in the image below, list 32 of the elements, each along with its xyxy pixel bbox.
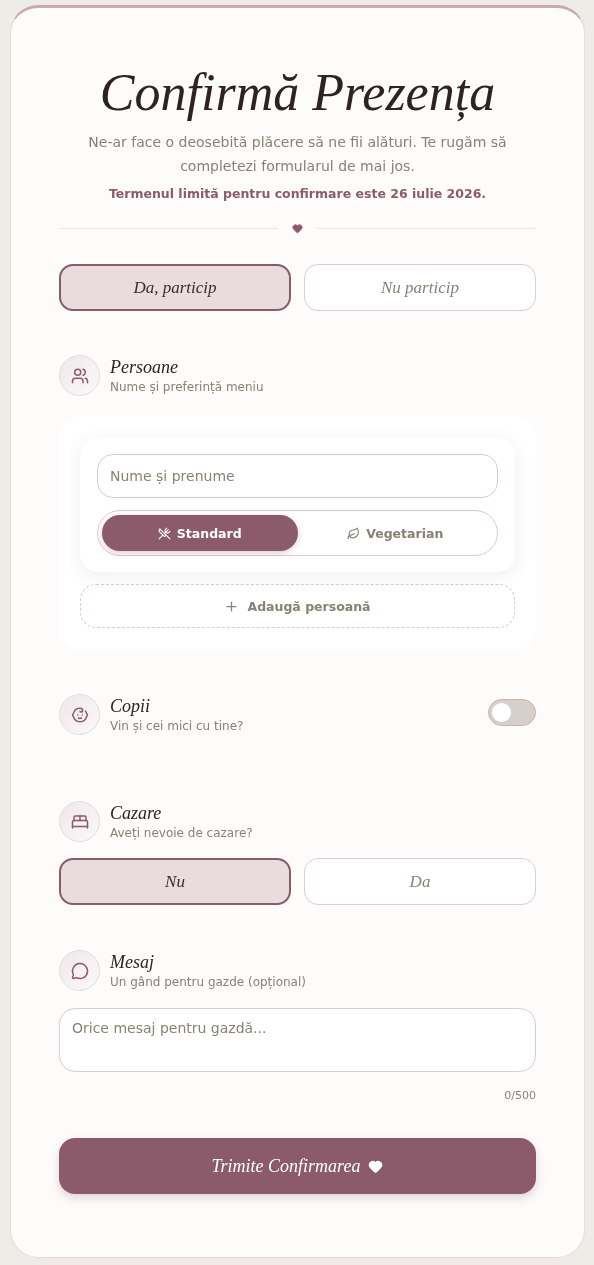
section-subtitle: Nume și preferință meniu	[110, 378, 265, 396]
section-subtitle: Vin și cei mici cu tine?	[110, 717, 245, 735]
meal-option[interactable]: Standard	[102, 515, 298, 551]
section-subtitle: Un gând pentru gazde (opțional)	[110, 973, 307, 991]
utensils-icon	[157, 526, 171, 540]
section-title: Mesaj	[110, 950, 155, 973]
submit-button[interactable]: Trimite Confirmarea	[59, 1138, 536, 1194]
intro-text: Ne-ar face o deosebită plăcere să ne fii alături. Te rugăm să completezi formularul de mai jos.	[87, 133, 508, 176]
meal-option[interactable]: Vegetarian	[297, 515, 493, 551]
character-counter: 0/500	[504, 1089, 536, 1102]
attendance-option[interactable]: Nu particip	[304, 264, 536, 311]
bed-icon-badge	[59, 801, 100, 842]
leaf-icon	[347, 526, 361, 540]
chat-icon-badge	[59, 950, 100, 991]
users-icon-badge	[59, 355, 100, 396]
section-title: Copii	[110, 694, 151, 717]
add-person-button[interactable]: Adaugă persoană	[80, 584, 515, 628]
children-toggle[interactable]	[488, 699, 536, 726]
page-title: Confirmă Prezența	[98, 63, 497, 123]
section-title: Persoane	[110, 355, 179, 378]
attendance-option[interactable]: Da, particip	[59, 264, 291, 311]
plus-icon	[224, 598, 240, 614]
baby-icon-badge	[59, 694, 100, 735]
accommodation-option[interactable]: Da	[304, 858, 536, 905]
section-title: Cazare	[110, 801, 163, 824]
message-field[interactable]: Orice mesaj pentru gazdă...	[59, 1008, 536, 1072]
section-subtitle: Aveți nevoie de cazare?	[110, 824, 254, 842]
deadline-text: Termenul limită pentru confirmare este 26 iulie 2026.	[107, 186, 488, 201]
heart-icon	[368, 1158, 384, 1174]
heart-icon	[292, 223, 303, 234]
accommodation-option[interactable]: Nu	[59, 858, 291, 905]
name-field[interactable]: Nume și prenume	[97, 454, 498, 498]
